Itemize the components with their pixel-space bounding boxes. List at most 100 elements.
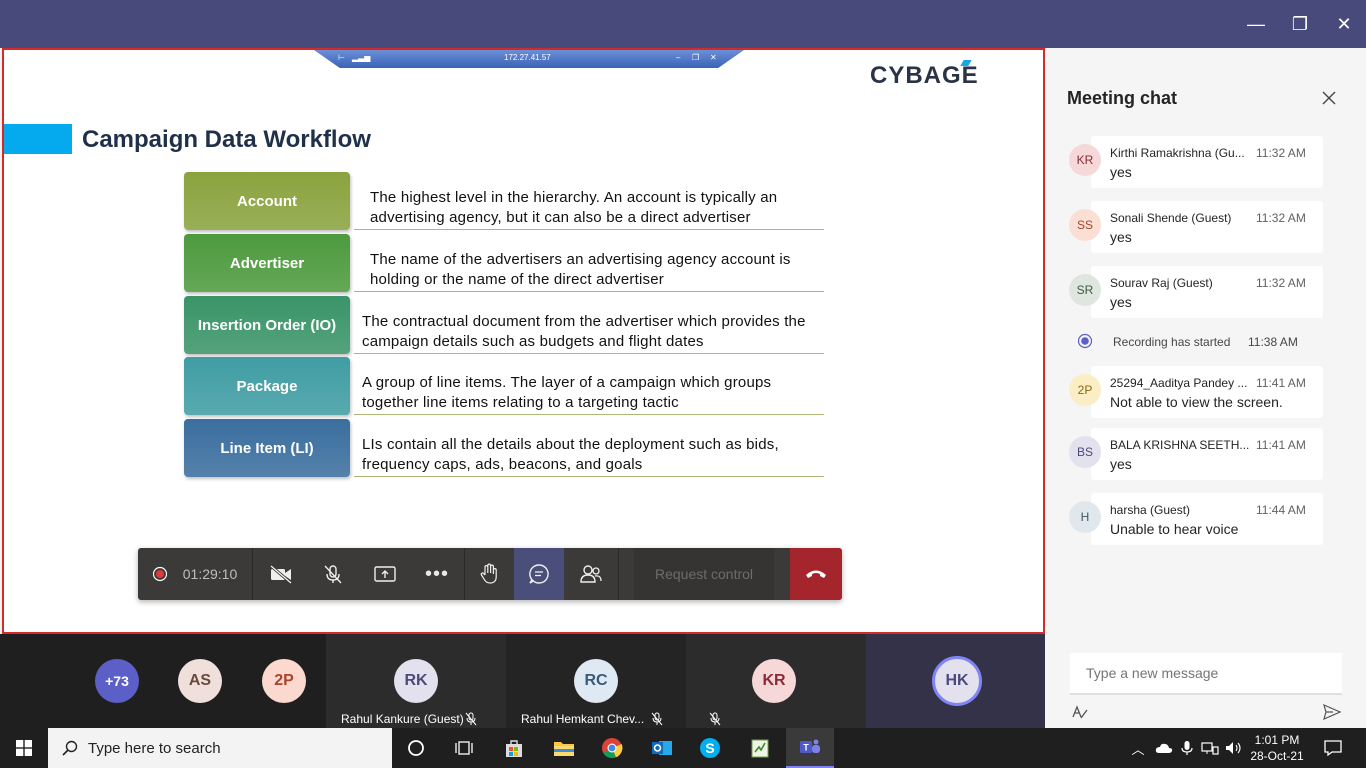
participant-avatar: RC bbox=[574, 659, 618, 703]
chrome-icon[interactable] bbox=[588, 728, 636, 768]
mic-muted-icon bbox=[651, 712, 663, 726]
message-time: 11:32 AM bbox=[1256, 146, 1306, 160]
mic-muted-icon[interactable] bbox=[308, 548, 358, 600]
onedrive-icon[interactable] bbox=[1152, 728, 1176, 768]
recording-notice: Recording has started 11:38 AM bbox=[1077, 333, 1357, 353]
store-icon[interactable] bbox=[490, 728, 538, 768]
participant-name: Rahul Hemkant Chev... bbox=[521, 712, 645, 726]
minimize-button[interactable]: — bbox=[1234, 0, 1278, 48]
chevron-up-icon[interactable]: ︿ bbox=[1126, 728, 1150, 768]
participant-avatar: RK bbox=[394, 659, 438, 703]
workflow-label: Line Item (LI) bbox=[184, 419, 350, 477]
message-text: yes bbox=[1110, 229, 1132, 245]
sender-avatar[interactable]: BS bbox=[1069, 436, 1101, 468]
self-tile[interactable]: HK bbox=[866, 634, 1045, 728]
workflow-description: The name of the advertisers an advertisi… bbox=[370, 251, 791, 288]
outlook-icon[interactable] bbox=[638, 728, 686, 768]
notifications-icon[interactable] bbox=[1312, 728, 1354, 768]
sender-avatar[interactable]: 2P bbox=[1069, 374, 1101, 406]
participant-avatar[interactable]: 2P bbox=[262, 659, 306, 703]
workflow-label: Package bbox=[184, 357, 350, 415]
hang-up-button[interactable] bbox=[790, 548, 842, 600]
sender-avatar[interactable]: H bbox=[1069, 501, 1101, 533]
volume-icon[interactable] bbox=[1222, 728, 1246, 768]
windows-start-icon[interactable] bbox=[0, 728, 48, 768]
row-divider bbox=[354, 291, 824, 292]
rdp-minimize-icon[interactable]: – bbox=[676, 53, 680, 62]
file-explorer-icon[interactable] bbox=[540, 728, 588, 768]
camera-off-icon[interactable] bbox=[256, 548, 306, 600]
teams-icon[interactable]: T bbox=[786, 728, 834, 768]
svg-text:S: S bbox=[705, 740, 714, 756]
send-icon[interactable] bbox=[1323, 703, 1342, 725]
share-screen-icon[interactable] bbox=[360, 548, 410, 600]
skype-icon[interactable]: S bbox=[686, 728, 734, 768]
participants-icon[interactable] bbox=[566, 548, 616, 600]
mic-muted-icon bbox=[709, 712, 721, 726]
chat-message[interactable]: BALA KRISHNA SEETH... 11:41 AM yes bbox=[1091, 428, 1323, 480]
rdp-close-icon[interactable]: ✕ bbox=[710, 53, 717, 62]
participants-strip: +73 AS 2P RK Rahul Kankure (Guest) RC Ra… bbox=[0, 634, 1045, 728]
participant-name: Rahul Kankure (Guest) bbox=[341, 712, 464, 726]
sender-name: Sonali Shende (Guest) bbox=[1110, 211, 1232, 225]
task-view-icon[interactable] bbox=[440, 728, 488, 768]
participant-avatar[interactable]: AS bbox=[178, 659, 222, 703]
message-input[interactable] bbox=[1070, 653, 1342, 693]
message-text: Not able to view the screen. bbox=[1110, 394, 1283, 410]
shared-screen: ⊢ ▂▃▅ 172.27.41.57 – ❐ ✕ CYBAGE Campaign… bbox=[2, 48, 1045, 634]
raise-hand-icon[interactable] bbox=[466, 548, 512, 600]
row-divider bbox=[354, 476, 824, 477]
sender-name: harsha (Guest) bbox=[1110, 503, 1191, 517]
pin-icon[interactable]: ⊢ bbox=[338, 53, 345, 62]
cortana-icon[interactable] bbox=[392, 728, 440, 768]
sender-avatar[interactable]: KR bbox=[1069, 144, 1101, 176]
message-time: 11:44 AM bbox=[1256, 503, 1306, 517]
signal-icon: ▂▃▅ bbox=[352, 53, 371, 62]
window-titlebar: — ❐ ✕ bbox=[0, 0, 1366, 48]
recording-text: Recording has started bbox=[1113, 335, 1231, 349]
restore-button[interactable]: ❐ bbox=[1278, 0, 1322, 48]
chat-message[interactable]: Kirthi Ramakrishna (Gu... 11:32 AM yes bbox=[1091, 136, 1323, 188]
message-text: yes bbox=[1110, 294, 1132, 310]
close-chat-icon[interactable] bbox=[1321, 86, 1337, 112]
participant-tile[interactable]: RK Rahul Kankure (Guest) bbox=[326, 634, 506, 728]
recording-dot-icon bbox=[1077, 333, 1093, 349]
recording-time: 11:38 AM bbox=[1248, 335, 1298, 349]
message-time: 11:32 AM bbox=[1256, 276, 1306, 290]
request-control-button[interactable]: Request control bbox=[634, 548, 774, 600]
overflow-participants[interactable]: +73 bbox=[95, 659, 139, 703]
sender-avatar[interactable]: SS bbox=[1069, 209, 1101, 241]
workflow-row: Advertiser The name of the advertisers an… bbox=[184, 234, 824, 294]
notepad-icon[interactable] bbox=[736, 728, 784, 768]
sender-name: Sourav Raj (Guest) bbox=[1110, 276, 1213, 290]
workflow-row: Package A group of line items. The layer … bbox=[184, 357, 824, 417]
chat-message[interactable]: Sonali Shende (Guest) 11:32 AM yes bbox=[1091, 201, 1323, 253]
chat-toggle-icon[interactable] bbox=[514, 548, 564, 600]
network-icon[interactable] bbox=[1198, 728, 1222, 768]
svg-text:T: T bbox=[803, 743, 809, 753]
more-options-icon[interactable]: ••• bbox=[412, 548, 462, 600]
sender-name: 25294_Aaditya Pandey ... bbox=[1110, 376, 1248, 390]
clock[interactable]: 1:01 PM 28-Oct-21 bbox=[1248, 732, 1306, 764]
remote-ip: 172.27.41.57 bbox=[504, 53, 551, 62]
microphone-icon[interactable] bbox=[1176, 728, 1198, 768]
workflow-description: The contractual document from the advert… bbox=[362, 313, 806, 350]
windows-taskbar: Type here to search S T ︿ 1:01 PM 28-Oct… bbox=[0, 728, 1366, 768]
workflow-description: LIs contain all the details about the de… bbox=[362, 436, 779, 473]
taskbar-search[interactable]: Type here to search bbox=[48, 728, 392, 768]
close-window-button[interactable]: ✕ bbox=[1322, 0, 1366, 48]
participant-tile[interactable]: KR bbox=[686, 634, 866, 728]
participant-tile[interactable]: RC Rahul Hemkant Chev... bbox=[506, 634, 686, 728]
remote-desktop-bar: ⊢ ▂▃▅ 172.27.41.57 – ❐ ✕ bbox=[314, 50, 744, 68]
rdp-restore-icon[interactable]: ❐ bbox=[692, 53, 699, 62]
mic-muted-icon bbox=[465, 712, 477, 726]
chat-message[interactable]: 25294_Aaditya Pandey ... 11:41 AM Not able… bbox=[1091, 366, 1323, 418]
chat-message[interactable]: harsha (Guest) 11:44 AM Unable to hear voi… bbox=[1091, 493, 1323, 545]
format-icon[interactable] bbox=[1071, 704, 1089, 725]
message-time: 11:41 AM bbox=[1256, 438, 1306, 452]
sender-avatar[interactable]: SR bbox=[1069, 274, 1101, 306]
workflow-label: Insertion Order (IO) bbox=[184, 296, 350, 354]
sender-name: BALA KRISHNA SEETH... bbox=[1110, 438, 1250, 452]
chat-title: Meeting chat bbox=[1067, 88, 1178, 108]
chat-message[interactable]: Sourav Raj (Guest) 11:32 AM yes bbox=[1091, 266, 1323, 318]
